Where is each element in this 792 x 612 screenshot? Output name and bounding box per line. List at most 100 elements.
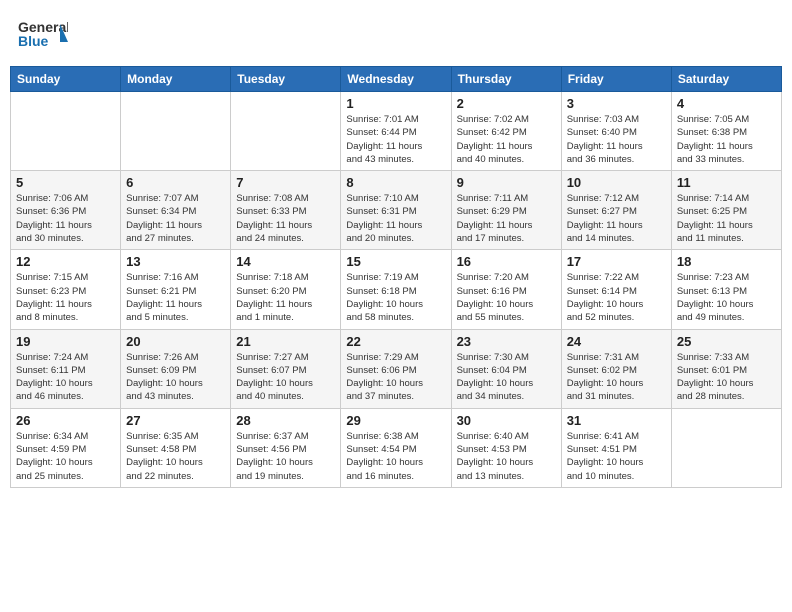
day-info: Sunrise: 7:23 AM Sunset: 6:13 PM Dayligh… [677, 271, 776, 324]
calendar-cell [11, 92, 121, 171]
weekday-header-thursday: Thursday [451, 67, 561, 92]
weekday-header-friday: Friday [561, 67, 671, 92]
logo: General Blue [18, 14, 68, 54]
calendar-cell: 2Sunrise: 7:02 AM Sunset: 6:42 PM Daylig… [451, 92, 561, 171]
calendar-cell: 12 Sunrise: 7:15 AM Sunset: 6:23 PM Dayli… [11, 250, 121, 329]
day-number: 11 [677, 175, 776, 190]
calendar-cell: 7 Sunrise: 7:08 AM Sunset: 6:33 PM Daylig… [231, 171, 341, 250]
calendar-cell: 10Sunrise: 7:12 AM Sunset: 6:27 PM Dayli… [561, 171, 671, 250]
day-number: 23 [457, 334, 556, 349]
weekday-header-wednesday: Wednesday [341, 67, 451, 92]
day-number: 6 [126, 175, 225, 190]
weekday-header-monday: Monday [121, 67, 231, 92]
day-info: Sunrise: 7:29 AM Sunset: 6:06 PM Dayligh… [346, 351, 445, 404]
day-number: 24 [567, 334, 666, 349]
day-info: Sunrise: 7:16 AM Sunset: 6:21 PM Dayligh… [126, 271, 225, 324]
calendar-cell: 30 Sunrise: 6:40 AM Sunset: 4:53 PM Dayli… [451, 408, 561, 487]
day-number: 9 [457, 175, 556, 190]
calendar-week-2: 5 Sunrise: 7:06 AM Sunset: 6:36 PM Daylig… [11, 171, 782, 250]
day-number: 30 [457, 413, 556, 428]
calendar-cell: 20Sunrise: 7:26 AM Sunset: 6:09 PM Dayli… [121, 329, 231, 408]
day-number: 17 [567, 254, 666, 269]
day-number: 15 [346, 254, 445, 269]
weekday-header-row: SundayMondayTuesdayWednesdayThursdayFrid… [11, 67, 782, 92]
calendar-cell [231, 92, 341, 171]
day-info: Sunrise: 7:02 AM Sunset: 6:42 PM Dayligh… [457, 113, 556, 166]
day-info: Sunrise: 7:33 AM Sunset: 6:01 PM Dayligh… [677, 351, 776, 404]
calendar-cell: 16 Sunrise: 7:20 AM Sunset: 6:16 PM Dayli… [451, 250, 561, 329]
day-info: Sunrise: 7:31 AM Sunset: 6:02 PM Dayligh… [567, 351, 666, 404]
calendar-week-1: 1 Sunrise: 7:01 AM Sunset: 6:44 PM Daylig… [11, 92, 782, 171]
calendar-cell: 4 Sunrise: 7:05 AM Sunset: 6:38 PM Daylig… [671, 92, 781, 171]
day-info: Sunrise: 6:38 AM Sunset: 4:54 PM Dayligh… [346, 430, 445, 483]
day-info: Sunrise: 7:11 AM Sunset: 6:29 PM Dayligh… [457, 192, 556, 245]
day-info: Sunrise: 7:20 AM Sunset: 6:16 PM Dayligh… [457, 271, 556, 324]
calendar-cell: 27 Sunrise: 6:35 AM Sunset: 4:58 PM Dayli… [121, 408, 231, 487]
calendar-week-4: 19 Sunrise: 7:24 AM Sunset: 6:11 PM Dayli… [11, 329, 782, 408]
day-info: Sunrise: 7:08 AM Sunset: 6:33 PM Dayligh… [236, 192, 335, 245]
day-number: 19 [16, 334, 115, 349]
day-number: 25 [677, 334, 776, 349]
day-number: 18 [677, 254, 776, 269]
day-info: Sunrise: 7:22 AM Sunset: 6:14 PM Dayligh… [567, 271, 666, 324]
day-number: 14 [236, 254, 335, 269]
weekday-header-tuesday: Tuesday [231, 67, 341, 92]
day-info: Sunrise: 7:19 AM Sunset: 6:18 PM Dayligh… [346, 271, 445, 324]
day-info: Sunrise: 7:06 AM Sunset: 6:36 PM Dayligh… [16, 192, 115, 245]
day-info: Sunrise: 7:24 AM Sunset: 6:11 PM Dayligh… [16, 351, 115, 404]
weekday-header-sunday: Sunday [11, 67, 121, 92]
calendar-cell: 15 Sunrise: 7:19 AM Sunset: 6:18 PM Dayli… [341, 250, 451, 329]
calendar-cell: 8 Sunrise: 7:10 AM Sunset: 6:31 PM Daylig… [341, 171, 451, 250]
calendar-cell: 5 Sunrise: 7:06 AM Sunset: 6:36 PM Daylig… [11, 171, 121, 250]
day-info: Sunrise: 7:03 AM Sunset: 6:40 PM Dayligh… [567, 113, 666, 166]
calendar-cell: 22Sunrise: 7:29 AM Sunset: 6:06 PM Dayli… [341, 329, 451, 408]
day-number: 8 [346, 175, 445, 190]
day-number: 28 [236, 413, 335, 428]
day-number: 20 [126, 334, 225, 349]
calendar-cell: 13 Sunrise: 7:16 AM Sunset: 6:21 PM Dayli… [121, 250, 231, 329]
day-info: Sunrise: 7:07 AM Sunset: 6:34 PM Dayligh… [126, 192, 225, 245]
day-number: 1 [346, 96, 445, 111]
day-info: Sunrise: 7:15 AM Sunset: 6:23 PM Dayligh… [16, 271, 115, 324]
day-info: Sunrise: 7:14 AM Sunset: 6:25 PM Dayligh… [677, 192, 776, 245]
day-number: 13 [126, 254, 225, 269]
weekday-header-saturday: Saturday [671, 67, 781, 92]
day-number: 29 [346, 413, 445, 428]
calendar-cell [671, 408, 781, 487]
calendar-cell: 3Sunrise: 7:03 AM Sunset: 6:40 PM Daylig… [561, 92, 671, 171]
day-info: Sunrise: 7:05 AM Sunset: 6:38 PM Dayligh… [677, 113, 776, 166]
logo-icon: General Blue [18, 14, 68, 54]
day-number: 4 [677, 96, 776, 111]
day-number: 7 [236, 175, 335, 190]
calendar-cell: 25 Sunrise: 7:33 AM Sunset: 6:01 PM Dayli… [671, 329, 781, 408]
calendar-cell: 24 Sunrise: 7:31 AM Sunset: 6:02 PM Dayli… [561, 329, 671, 408]
calendar-cell: 23 Sunrise: 7:30 AM Sunset: 6:04 PM Dayli… [451, 329, 561, 408]
day-info: Sunrise: 7:30 AM Sunset: 6:04 PM Dayligh… [457, 351, 556, 404]
day-info: Sunrise: 7:01 AM Sunset: 6:44 PM Dayligh… [346, 113, 445, 166]
page-header: General Blue [10, 10, 782, 58]
day-number: 5 [16, 175, 115, 190]
day-number: 12 [16, 254, 115, 269]
day-info: Sunrise: 6:34 AM Sunset: 4:59 PM Dayligh… [16, 430, 115, 483]
calendar-cell: 6 Sunrise: 7:07 AM Sunset: 6:34 PM Daylig… [121, 171, 231, 250]
day-number: 10 [567, 175, 666, 190]
day-info: Sunrise: 6:37 AM Sunset: 4:56 PM Dayligh… [236, 430, 335, 483]
day-number: 26 [16, 413, 115, 428]
day-info: Sunrise: 6:35 AM Sunset: 4:58 PM Dayligh… [126, 430, 225, 483]
calendar-cell [121, 92, 231, 171]
day-number: 27 [126, 413, 225, 428]
calendar-cell: 1 Sunrise: 7:01 AM Sunset: 6:44 PM Daylig… [341, 92, 451, 171]
calendar-cell: 9 Sunrise: 7:11 AM Sunset: 6:29 PM Daylig… [451, 171, 561, 250]
day-info: Sunrise: 6:41 AM Sunset: 4:51 PM Dayligh… [567, 430, 666, 483]
calendar-cell: 26 Sunrise: 6:34 AM Sunset: 4:59 PM Dayli… [11, 408, 121, 487]
calendar-cell: 11 Sunrise: 7:14 AM Sunset: 6:25 PM Dayli… [671, 171, 781, 250]
day-info: Sunrise: 7:10 AM Sunset: 6:31 PM Dayligh… [346, 192, 445, 245]
calendar-cell: 28 Sunrise: 6:37 AM Sunset: 4:56 PM Dayli… [231, 408, 341, 487]
day-number: 31 [567, 413, 666, 428]
day-info: Sunrise: 6:40 AM Sunset: 4:53 PM Dayligh… [457, 430, 556, 483]
day-info: Sunrise: 7:18 AM Sunset: 6:20 PM Dayligh… [236, 271, 335, 324]
day-number: 16 [457, 254, 556, 269]
calendar-cell: 21Sunrise: 7:27 AM Sunset: 6:07 PM Dayli… [231, 329, 341, 408]
day-info: Sunrise: 7:27 AM Sunset: 6:07 PM Dayligh… [236, 351, 335, 404]
calendar-cell: 29 Sunrise: 6:38 AM Sunset: 4:54 PM Dayli… [341, 408, 451, 487]
